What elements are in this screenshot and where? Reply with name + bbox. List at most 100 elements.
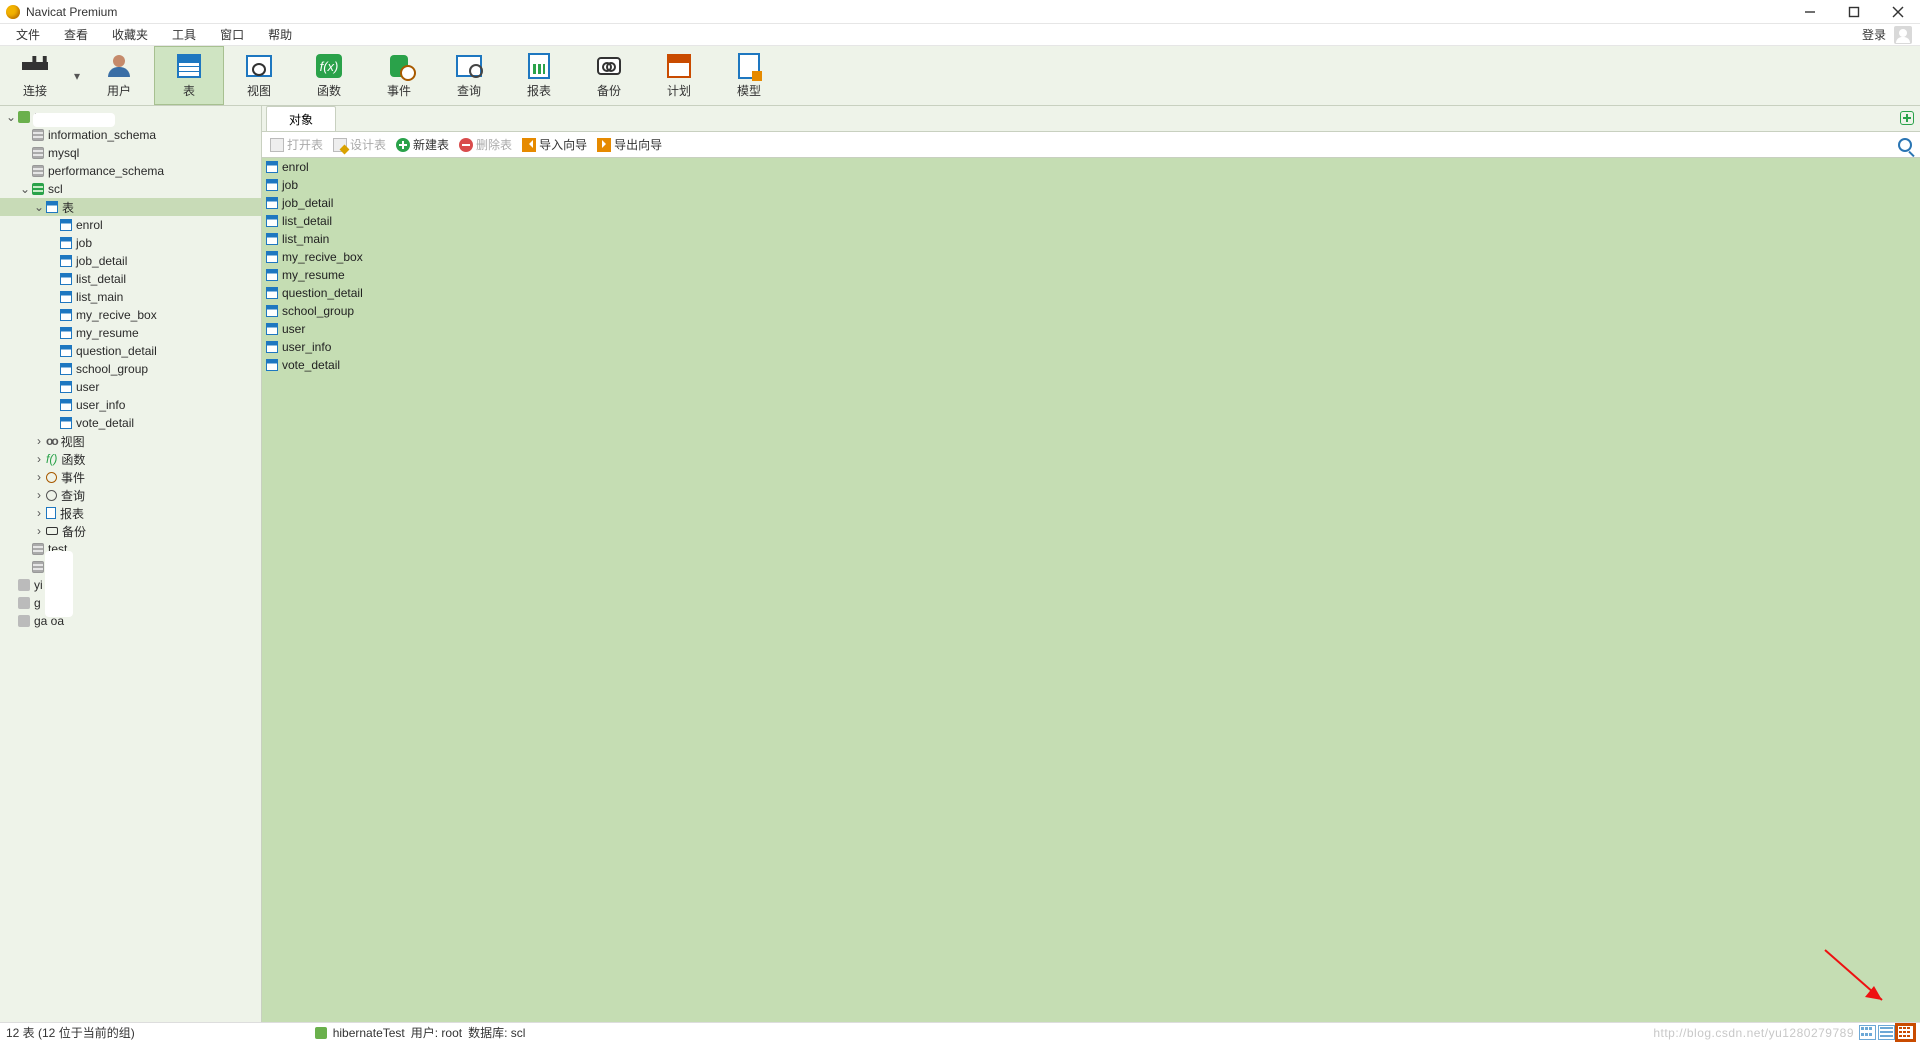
object-job[interactable]: job [262,176,1920,194]
status-db: 数据库: scl [468,1024,525,1041]
menu-窗口[interactable]: 窗口 [208,24,256,45]
maximize-button[interactable] [1832,0,1876,24]
model-icon [738,53,760,79]
search-icon[interactable] [1898,138,1912,152]
sidebar-tree[interactable]: ⌄ tinformation_schemamysqlperformance_sc… [0,106,262,1022]
tree-folder-函数[interactable]: ›f()函数 [0,450,261,468]
objbar-import-button[interactable]: 导入向导 [522,136,587,153]
login-link[interactable]: 登录 [1858,26,1890,43]
tree-db-mysql[interactable]: mysql [0,144,261,162]
toolbar-label: 表 [183,82,195,99]
status-bar: 12 表 (12 位于当前的组) hibernateTest 用户: root … [0,1022,1920,1042]
table-icon [177,54,201,78]
tree-folder-备份[interactable]: ›备份 [0,522,261,540]
view-large-icons-button[interactable] [1859,1025,1876,1040]
toolbar-label: 报表 [527,82,551,99]
tree-folder-视图[interactable]: ›oo视图 [0,432,261,450]
close-button[interactable] [1876,0,1920,24]
tree-folder-报表[interactable]: ›报表 [0,504,261,522]
backup-icon [597,57,621,75]
objbar-label: 打开表 [287,136,323,153]
tree-table-my_resume[interactable]: my_resume [0,324,261,342]
open-icon [270,138,284,152]
tree-folder-事件[interactable]: ›事件 [0,468,261,486]
object-user_info[interactable]: user_info [262,338,1920,356]
objbar-open-button[interactable]: 打开表 [270,136,323,153]
view-list-button[interactable] [1878,1025,1895,1040]
toolbar-event-button[interactable]: 事件 [364,46,434,105]
redaction-mask [33,113,115,127]
tree-table-user[interactable]: user [0,378,261,396]
tree-table-job[interactable]: job [0,234,261,252]
tree-table-user_info[interactable]: user_info [0,396,261,414]
toolbar-function-button[interactable]: f(x)函数 [294,46,364,105]
view-icon [246,55,272,77]
object-list_main[interactable]: list_main [262,230,1920,248]
toolbar-plan-button[interactable]: 计划 [644,46,714,105]
toolbar-table-button[interactable]: 表 [154,46,224,105]
object-list[interactable]: enroljobjob_detaillist_detaillist_mainmy… [262,158,1920,1022]
status-right: http://blog.csdn.net/yu1280279789 [1859,1025,1914,1040]
export-icon [597,138,611,152]
avatar-icon[interactable] [1894,26,1912,44]
tree-table-list_main[interactable]: list_main [0,288,261,306]
tree-db-test[interactable]: test [0,540,261,558]
toolbar-connect-button[interactable]: 连接 [0,46,70,105]
object-my_resume[interactable]: my_resume [262,266,1920,284]
tree-table-list_detail[interactable]: list_detail [0,270,261,288]
toolbar-label: 计划 [667,82,691,99]
object-user[interactable]: user [262,320,1920,338]
object-job_detail[interactable]: job_detail [262,194,1920,212]
import-icon [522,138,536,152]
object-toolbar: 打开表设计表新建表删除表 导入向导 导出向导 [262,132,1920,158]
object-my_recive_box[interactable]: my_recive_box [262,248,1920,266]
toolbar-connect-dropdown[interactable]: ▾ [70,46,84,105]
menu-文件[interactable]: 文件 [4,24,52,45]
objbar-design-button[interactable]: 设计表 [333,136,386,153]
tree-db-masked-2[interactable]: ue [0,558,261,576]
menu-查看[interactable]: 查看 [52,24,100,45]
toolbar-report-button[interactable]: 报表 [504,46,574,105]
tree-table-enrol[interactable]: enrol [0,216,261,234]
objbar-new-button[interactable]: 新建表 [396,136,449,153]
tree-folder-查询[interactable]: ›查询 [0,486,261,504]
object-school_group[interactable]: school_group [262,302,1920,320]
status-user: 用户: root [411,1024,462,1041]
object-enrol[interactable]: enrol [262,158,1920,176]
objbar-export-button[interactable]: 导出向导 [597,136,662,153]
toolbar-backup-button[interactable]: 备份 [574,46,644,105]
view-details-button[interactable] [1897,1025,1914,1040]
connection-icon [315,1027,327,1039]
objbar-label: 导入向导 [539,136,587,153]
toolbar-view-button[interactable]: 视图 [224,46,294,105]
menu-bar: 文件查看收藏夹工具窗口帮助 登录 [0,24,1920,46]
object-list_detail[interactable]: list_detail [262,212,1920,230]
tree-table-question_detail[interactable]: question_detail [0,342,261,360]
watermark-text: http://blog.csdn.net/yu1280279789 [1653,1026,1854,1040]
tab-objects[interactable]: 对象 [266,106,336,131]
tree-db-scl[interactable]: ⌄scl [0,180,261,198]
objbar-delete-button[interactable]: 删除表 [459,136,512,153]
menu-帮助[interactable]: 帮助 [256,24,304,45]
object-question_detail[interactable]: question_detail [262,284,1920,302]
tree-table-my_recive_box[interactable]: my_recive_box [0,306,261,324]
object-vote_detail[interactable]: vote_detail [262,356,1920,374]
tree-tables-folder[interactable]: ⌄表 [0,198,261,216]
tree-table-job_detail[interactable]: job_detail [0,252,261,270]
toolbar-label: 查询 [457,82,481,99]
tree-connection-5[interactable]: ga oa [0,612,261,630]
objbar-label: 导出向导 [614,136,662,153]
tree-connection-4[interactable]: g [0,594,261,612]
toolbar-model-button[interactable]: 模型 [714,46,784,105]
tree-table-school_group[interactable]: school_group [0,360,261,378]
tree-connection-3[interactable]: yi [0,576,261,594]
tree-table-vote_detail[interactable]: vote_detail [0,414,261,432]
toolbar-user-button[interactable]: 用户 [84,46,154,105]
toolbar-query-button[interactable]: 查询 [434,46,504,105]
new-tab-button[interactable] [1894,105,1920,131]
tree-db-performance_schema[interactable]: performance_schema [0,162,261,180]
menu-工具[interactable]: 工具 [160,24,208,45]
minimize-button[interactable] [1788,0,1832,24]
menu-收藏夹[interactable]: 收藏夹 [100,24,160,45]
tree-db-information_schema[interactable]: information_schema [0,126,261,144]
